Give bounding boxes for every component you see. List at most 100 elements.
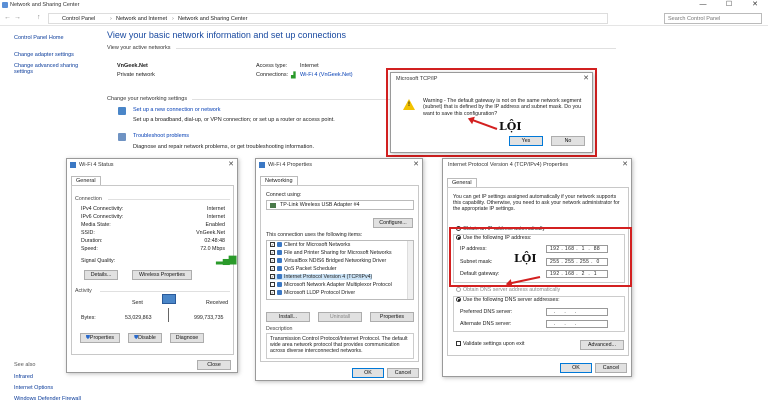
ipv4-connectivity-value: Internet — [207, 206, 225, 212]
breadcrumb-control-panel[interactable]: Control Panel — [62, 16, 95, 22]
setup-connection-link[interactable]: Set up a new connection or network — [133, 107, 220, 113]
warning-icon-mark: ! — [408, 102, 410, 108]
yes-button[interactable]: Yes — [509, 136, 543, 146]
list-item-selected[interactable]: ✓ Internet Protocol Version 4 (TCP/IPv4) — [270, 274, 373, 280]
status-properties-button[interactable]: ⛊Properties — [80, 333, 120, 343]
checkbox[interactable]: ✓ — [270, 274, 275, 280]
checkbox[interactable]: ✓ — [270, 290, 275, 296]
static-ip-highlight-box — [449, 227, 632, 287]
warning-message: Warning - The default gateway is not on … — [423, 98, 582, 117]
diagnose-button[interactable]: Diagnose — [170, 333, 204, 343]
wireless-properties-button[interactable]: Wireless Properties — [132, 270, 192, 280]
connect-using-label: Connect using: — [266, 192, 302, 198]
back-icon[interactable]: ← — [4, 14, 11, 21]
ipv4-intro-text: You can get IP settings assigned automat… — [453, 194, 620, 212]
close-button[interactable]: ✕ — [742, 0, 768, 10]
change-advanced-sharing-link[interactable]: Change advanced sharing settings — [14, 63, 90, 75]
control-panel-home-link[interactable]: Control Panel Home — [14, 35, 64, 41]
tab-general[interactable]: General — [447, 178, 477, 187]
network-client-icon — [277, 250, 282, 256]
use-following-dns-option[interactable]: Use the following DNS server addresses: — [456, 297, 560, 303]
dialog-title: Internet Protocol Version 4 (TCP/IPv4) P… — [448, 162, 569, 168]
infrared-link[interactable]: Infrared — [14, 374, 33, 380]
up-icon[interactable]: ↑ — [37, 14, 41, 21]
scrollbar[interactable] — [407, 241, 413, 299]
checkbox[interactable]: ✓ — [270, 258, 275, 264]
advanced-button[interactable]: Advanced... — [580, 340, 624, 350]
new-connection-icon — [118, 107, 126, 115]
ok-button[interactable]: OK — [560, 363, 592, 373]
install-button[interactable]: Install... — [266, 312, 310, 322]
radio-button[interactable] — [456, 287, 461, 293]
list-item[interactable]: ✓ Microsoft LLDP Protocol Driver — [270, 290, 355, 296]
internet-options-link[interactable]: Internet Options — [14, 385, 53, 391]
status-panel: Connection IPv4 Connectivity: Internet I… — [71, 185, 236, 355]
ok-button[interactable]: OK — [352, 368, 384, 378]
network-center-icon — [2, 2, 8, 8]
obtain-dns-auto-option[interactable]: Obtain DNS server address automatically — [456, 287, 560, 293]
troubleshoot-link[interactable]: Troubleshoot problems — [133, 133, 189, 139]
properties-button[interactable]: Properties — [370, 312, 414, 322]
configure-button[interactable]: Configure... — [373, 218, 413, 228]
close-icon[interactable]: ✕ — [413, 160, 419, 168]
wifi-icon — [259, 162, 265, 168]
disable-button[interactable]: ⛊Disable — [128, 333, 162, 343]
status-close-button[interactable]: Close — [197, 360, 231, 370]
checkbox[interactable]: ✓ — [270, 250, 275, 256]
forward-icon[interactable]: → — [14, 14, 21, 21]
breadcrumb-sharing-center[interactable]: Network and Sharing Center — [178, 16, 247, 22]
description-label: Description — [266, 326, 293, 332]
divider — [100, 291, 230, 292]
dialog-title: Microsoft TCP/IP — [396, 76, 438, 82]
cancel-button[interactable]: Cancel — [595, 363, 627, 373]
change-adapter-link[interactable]: Change adapter settings — [14, 52, 74, 58]
ipv6-connectivity-value: Internet — [207, 214, 225, 220]
adapter-name: TP-Link Wireless USB Adapter #4 — [280, 202, 360, 208]
preferred-dns-field[interactable]: . . . — [546, 308, 608, 316]
ipv6-connectivity-label: IPv6 Connectivity: — [81, 214, 124, 220]
networking-panel: Connect using: TP-Link Wireless USB Adap… — [260, 185, 419, 362]
description-text: Transmission Control Protocol/Internet P… — [270, 336, 408, 354]
cancel-button[interactable]: Cancel — [387, 368, 419, 378]
protocol-icon — [277, 290, 282, 296]
close-icon[interactable]: ✕ — [228, 160, 234, 168]
checkbox[interactable]: ✓ — [270, 242, 275, 248]
search-input[interactable]: Search Control Panel — [664, 13, 762, 24]
tab-general[interactable]: General — [71, 176, 101, 185]
dialog-title: Wi-Fi 4 Properties — [268, 162, 313, 168]
validate-settings-option[interactable]: Validate settings upon exit — [456, 341, 524, 347]
setup-connection-description: Set up a broadband, dial-up, or VPN conn… — [133, 117, 335, 123]
no-button[interactable]: No — [551, 136, 585, 146]
checkbox[interactable] — [456, 341, 461, 347]
alternate-dns-field[interactable]: . . . — [546, 320, 608, 328]
active-networks-heading: View your active networks — [107, 45, 171, 51]
protocol-icon — [277, 274, 282, 280]
close-icon[interactable]: ✕ — [583, 74, 589, 82]
change-settings-heading: Change your networking settings — [107, 96, 188, 102]
list-item[interactable]: ✓ File and Printer Sharing for Microsoft … — [270, 250, 392, 256]
preferred-dns-label: Preferred DNS server: — [460, 309, 513, 315]
list-item[interactable]: Microsoft Network Adapter Multiplexor Pr… — [270, 282, 392, 288]
received-label: Received — [206, 300, 229, 306]
wifi-status-dialog: Wi-Fi 4 Status ✕ General Connection IPv4… — [66, 158, 238, 373]
ipv4-connectivity-label: IPv4 Connectivity: — [81, 206, 124, 212]
list-item[interactable]: ✓ QoS Packet Scheduler — [270, 266, 336, 272]
radio-button[interactable] — [456, 297, 461, 303]
maximize-button[interactable]: ☐ — [716, 0, 742, 10]
firewall-link[interactable]: Windows Defender Firewall — [14, 396, 81, 402]
minimize-button[interactable]: — — [690, 0, 716, 10]
checkbox[interactable]: ✓ — [270, 266, 275, 272]
access-type-value: Internet — [300, 63, 319, 69]
list-item[interactable]: ✓ Client for Microsoft Networks — [270, 242, 350, 248]
tab-networking[interactable]: Networking — [260, 176, 298, 185]
bytes-sent-value: 53,029,863 — [125, 315, 152, 321]
uninstall-button[interactable]: Uninstall — [318, 312, 362, 322]
checkbox[interactable] — [270, 282, 275, 288]
list-item[interactable]: ✓ VirtualBox NDIS6 Bridged Networking Dri… — [270, 258, 386, 264]
details-button[interactable]: Details... — [84, 270, 118, 280]
breadcrumb-network-internet[interactable]: Network and Internet — [116, 16, 167, 22]
media-state-value: Enabled — [205, 222, 225, 228]
close-icon[interactable]: ✕ — [622, 160, 628, 168]
signal-quality-label: Signal Quality: — [81, 258, 116, 264]
connection-link[interactable]: Wi-Fi 4 (VnGeek.Net) — [300, 72, 353, 78]
